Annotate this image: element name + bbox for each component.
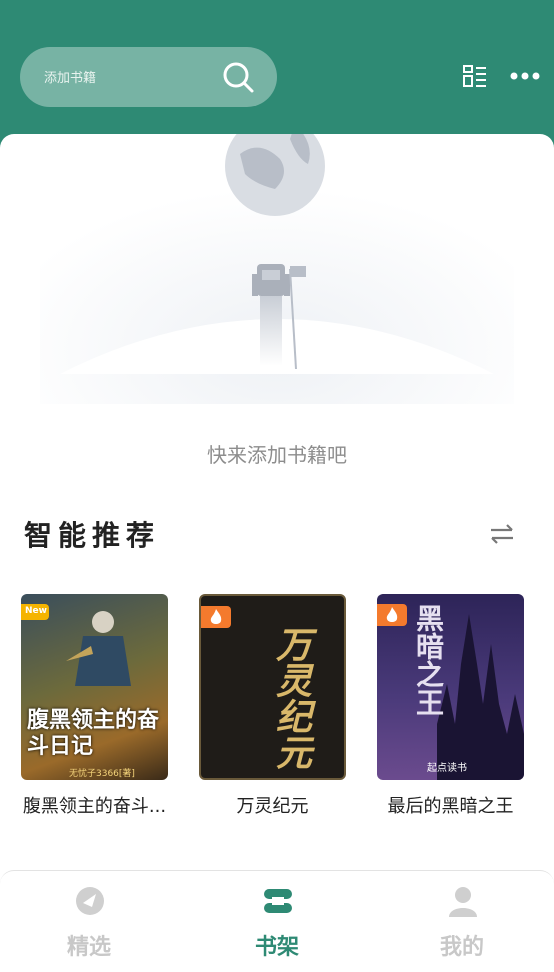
book-card[interactable]: 黑暗之王 起点读书 最后的黑暗之王 <box>377 594 524 818</box>
book-card[interactable]: 万灵纪元 万灵纪元 <box>199 594 346 818</box>
more-icon[interactable] <box>510 70 540 82</box>
book-title[interactable]: 万灵纪元 <box>199 792 346 818</box>
bookshelf-icon <box>264 889 292 913</box>
user-icon <box>449 887 477 917</box>
tab-label: 精选 <box>66 935 111 960</box>
hot-badge <box>377 604 407 626</box>
cover-author: 无忧子3366[著] <box>69 769 135 779</box>
new-badge: New <box>21 604 49 620</box>
warrior-figure <box>66 611 131 686</box>
tab-bookshelf[interactable]: 书架 <box>217 871 337 972</box>
cover-title: 黑暗之王 <box>412 604 445 716</box>
cover-title: 腹黑领主的奋斗日记 <box>27 708 160 759</box>
tab-label: 我的 <box>439 935 484 960</box>
refresh-icon[interactable] <box>488 522 516 546</box>
empty-shelf-message: 快来添加书籍吧 <box>207 443 347 467</box>
search-bar[interactable]: 添加书籍 <box>20 47 277 107</box>
bookshelf-panel: 快来添加书籍吧 智能推荐 New 腹黑领主的奋斗日记 无忧子3366[著] 腹黑… <box>0 134 554 894</box>
cover-publisher: 起点读书 <box>427 763 467 774</box>
tab-label: 书架 <box>254 935 299 960</box>
book-cover[interactable]: New 腹黑领主的奋斗日记 无忧子3366[著] <box>21 594 168 780</box>
flame-icon <box>210 609 222 624</box>
bottom-tab-bar: 精选 书架 我的 <box>0 870 554 972</box>
search-icon[interactable] <box>221 60 255 94</box>
new-badge-label: New <box>25 606 47 616</box>
cover-title: 万灵纪元 <box>270 626 311 770</box>
book-cover[interactable]: 黑暗之王 起点读书 <box>377 594 524 780</box>
tab-mine[interactable]: 我的 <box>402 871 522 972</box>
castle-silhouette <box>437 614 524 780</box>
list-view-icon[interactable] <box>462 64 488 90</box>
flame-icon <box>386 607 398 622</box>
tab-featured[interactable]: 精选 <box>29 871 149 972</box>
compass-icon <box>76 887 104 915</box>
book-card[interactable]: New 腹黑领主的奋斗日记 无忧子3366[著] 腹黑领主的奋斗... <box>21 594 168 818</box>
search-placeholder: 添加书籍 <box>44 71 97 86</box>
hot-badge <box>201 606 231 628</box>
empty-shelf-illustration <box>40 134 514 404</box>
book-title[interactable]: 腹黑领主的奋斗... <box>21 792 168 818</box>
book-title[interactable]: 最后的黑暗之王 <box>377 792 524 818</box>
top-header: 添加书籍 <box>0 0 554 150</box>
book-cover[interactable]: 万灵纪元 <box>199 594 346 780</box>
recommend-title: 智能推荐 <box>24 519 161 552</box>
